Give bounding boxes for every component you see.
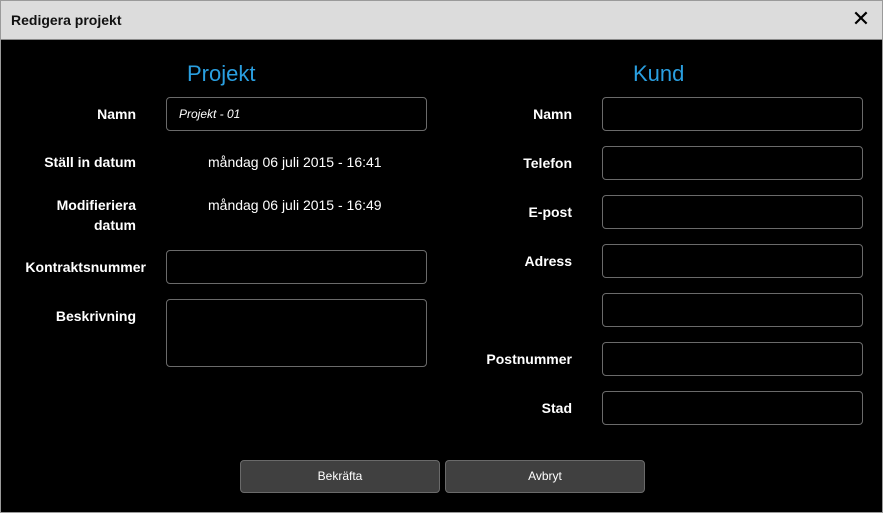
customer-email-label: E-post: [528, 204, 572, 220]
customer-postal-input[interactable]: [602, 342, 863, 376]
contract-number-input[interactable]: [166, 250, 427, 284]
modified-date-value: måndag 06 juli 2015 - 16:49: [208, 197, 382, 213]
edit-project-dialog: Redigera projekt ✕ Projekt Namn Ställ in…: [0, 0, 883, 513]
customer-address2-input[interactable]: [602, 293, 863, 327]
customer-city-label: Stad: [541, 400, 572, 416]
dialog-titlebar: Redigera projekt ✕: [1, 1, 882, 40]
project-heading: Projekt: [187, 61, 256, 86]
customer-address-input[interactable]: [602, 244, 863, 278]
close-icon[interactable]: ✕: [850, 7, 872, 31]
project-name-input[interactable]: [166, 97, 427, 131]
modified-date-label-line2: datum: [94, 217, 136, 233]
modified-date-label: Modifieriera datum: [1, 195, 136, 235]
customer-name-input[interactable]: [602, 97, 863, 131]
created-date-label: Ställ in datum: [44, 154, 136, 170]
project-name-label: Namn: [97, 106, 136, 122]
cancel-button[interactable]: Avbryt: [445, 460, 645, 493]
customer-name-label: Namn: [533, 106, 572, 122]
customer-city-input[interactable]: [602, 391, 863, 425]
created-date-value: måndag 06 juli 2015 - 16:41: [208, 154, 382, 170]
customer-phone-label: Telefon: [523, 155, 572, 171]
description-textarea[interactable]: [166, 299, 427, 367]
customer-postal-label: Postnummer: [486, 351, 572, 367]
modified-date-label-line1: Modifieriera: [56, 197, 136, 213]
customer-heading: Kund: [633, 61, 685, 86]
description-label: Beskrivning: [55, 308, 136, 324]
customer-email-input[interactable]: [602, 195, 863, 229]
confirm-button[interactable]: Bekräfta: [240, 460, 440, 493]
customer-address-label: Adress: [524, 253, 572, 269]
customer-phone-input[interactable]: [602, 146, 863, 180]
dialog-title: Redigera projekt: [11, 12, 122, 28]
contract-number-label: Kontraktsnummer: [25, 259, 146, 275]
